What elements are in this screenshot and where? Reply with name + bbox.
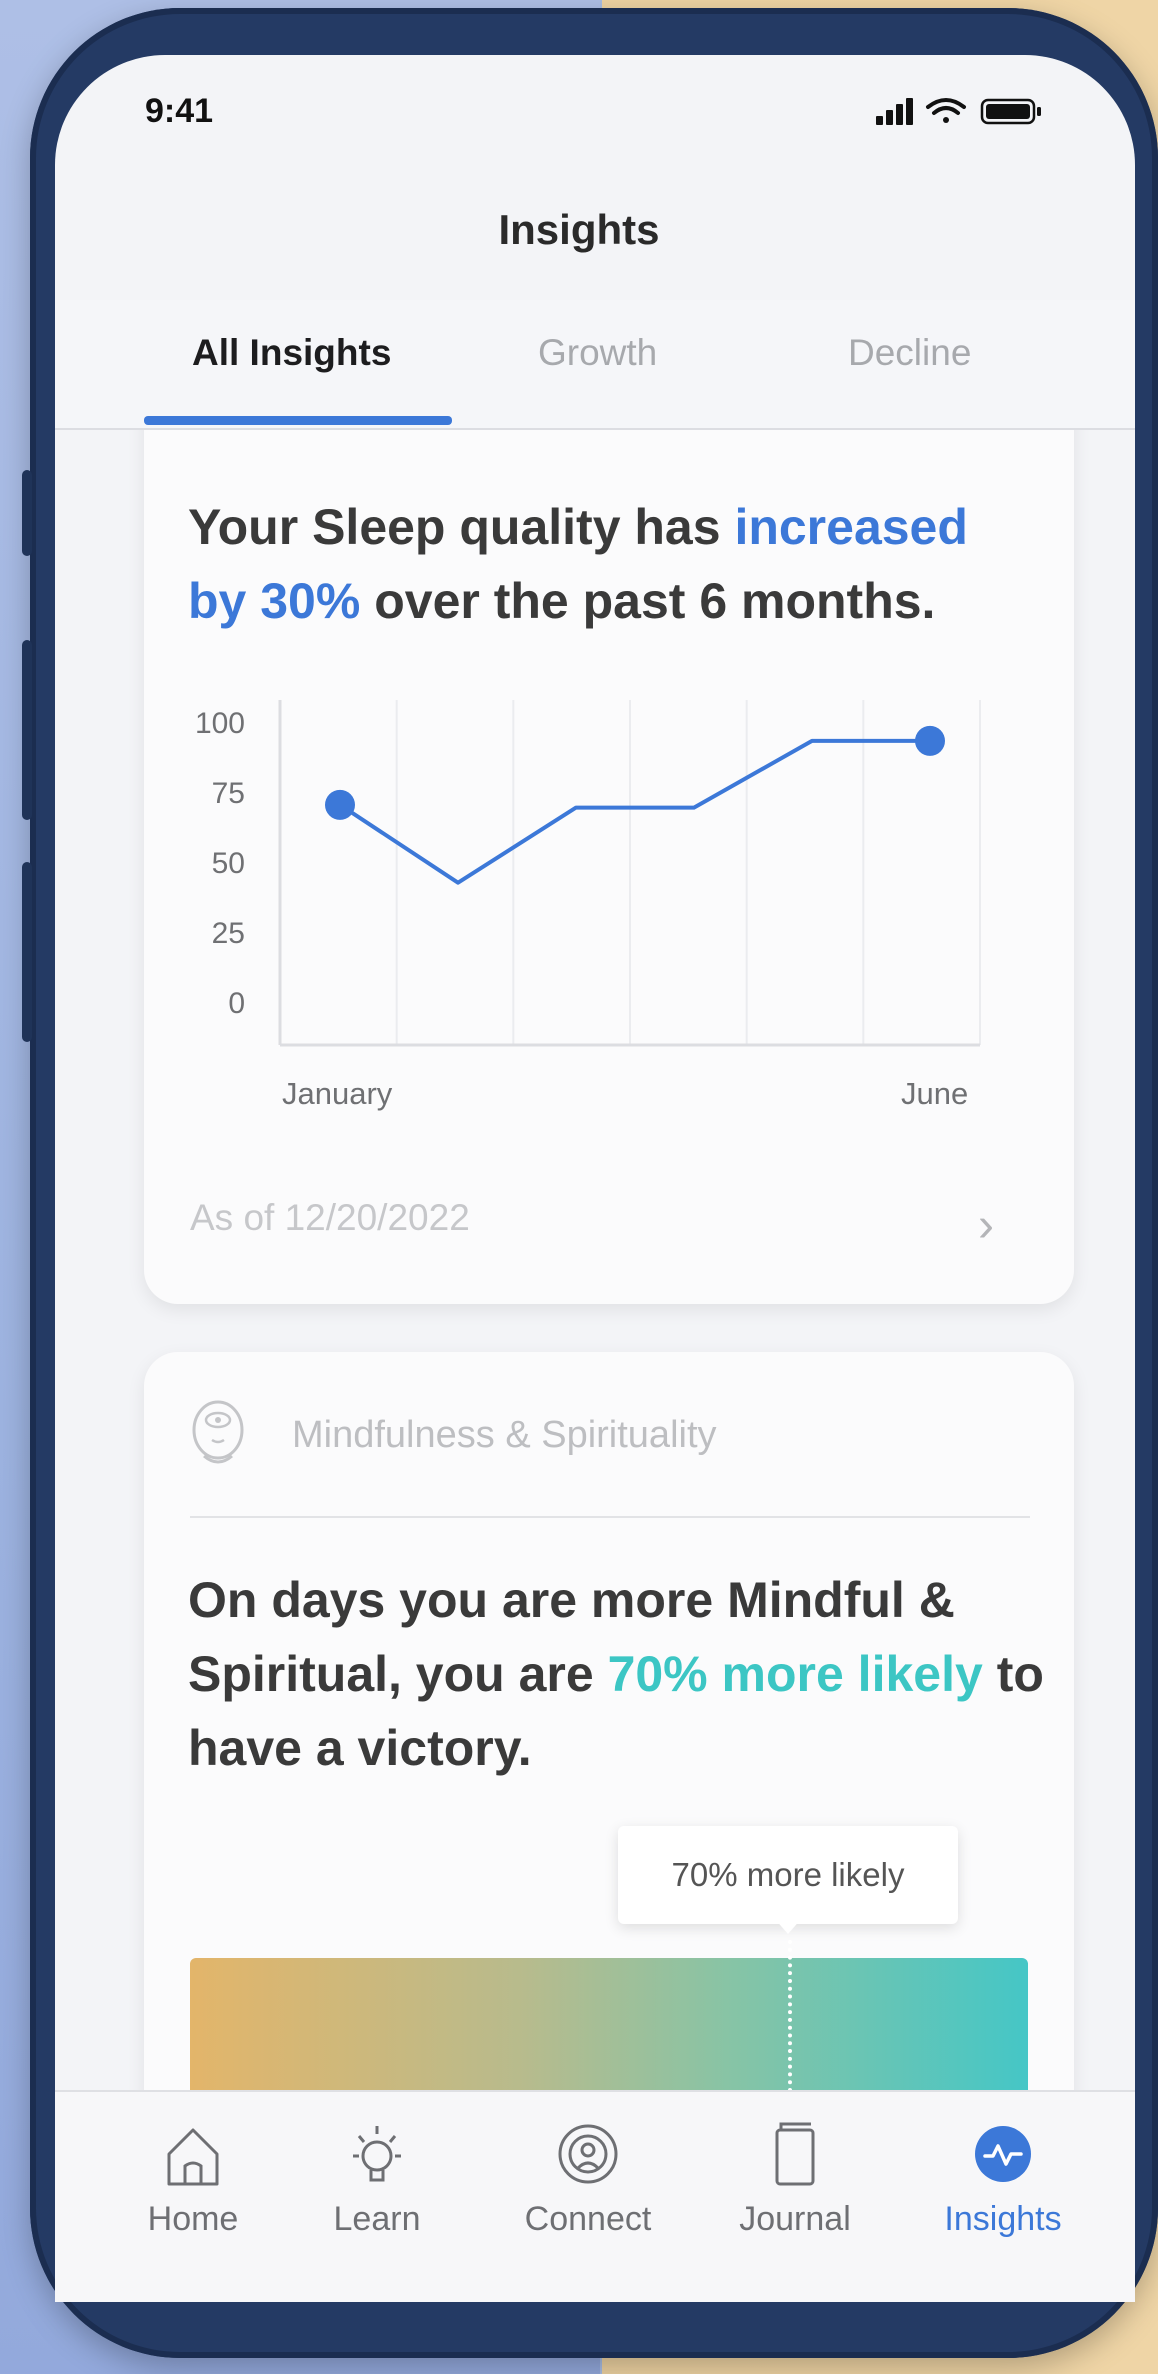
tab-insights-label[interactable]: Insights	[918, 2200, 1088, 2239]
likelihood-tooltip: 70% more likely	[618, 1826, 958, 1924]
category-label: Mindfulness & Spirituality	[292, 1414, 717, 1456]
connect-icon[interactable]	[508, 2120, 668, 2190]
insights-icon[interactable]	[923, 2120, 1083, 2190]
lightbulb-icon[interactable]	[297, 2120, 457, 2190]
sleep-quality-chart	[278, 700, 981, 1047]
mindfulness-headline: On days you are more Mindful & Spiritual…	[188, 1563, 1068, 1785]
as-of-date: As of 12/20/2022	[190, 1197, 470, 1238]
x-tick-label: January	[282, 1076, 393, 1111]
journal-icon[interactable]	[715, 2120, 875, 2190]
tooltip-arrow	[774, 1918, 802, 1934]
card-divider	[190, 1516, 1030, 1518]
likelihood-gradient-bar	[190, 1958, 1028, 2098]
tab-journal-label[interactable]: Journal	[710, 2200, 880, 2239]
x-tick-label: June	[901, 1076, 969, 1111]
series-line	[338, 738, 930, 885]
tab-home-label[interactable]: Home	[108, 2200, 278, 2239]
chevron-right-icon[interactable]: ›	[978, 1198, 994, 1253]
tab-connect-label[interactable]: Connect	[503, 2200, 673, 2239]
data-point	[325, 789, 355, 820]
data-point	[915, 725, 945, 756]
home-icon[interactable]	[113, 2120, 273, 2190]
likelihood-marker	[788, 1940, 792, 2100]
tab-learn-label[interactable]: Learn	[292, 2200, 462, 2239]
meditation-head-icon	[192, 1400, 244, 1464]
headline-highlight: 70% more likely	[607, 1646, 983, 1702]
